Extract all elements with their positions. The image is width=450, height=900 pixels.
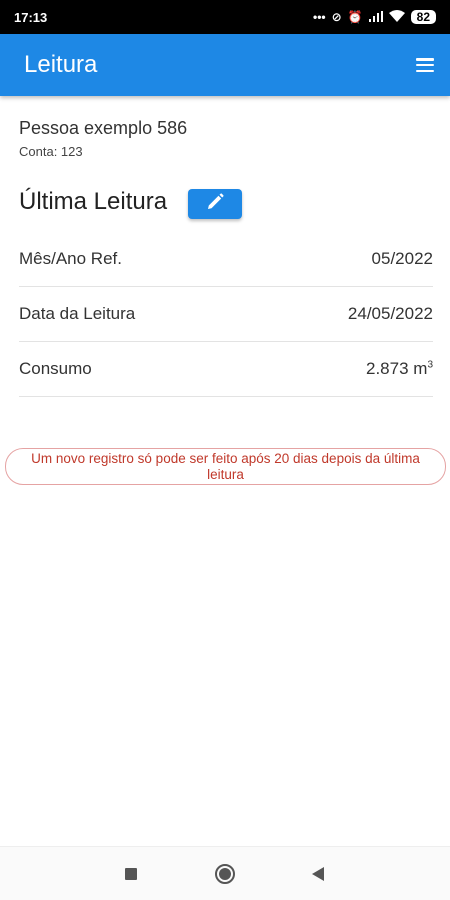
system-nav-bar: [0, 846, 450, 900]
status-bar: 17:13 ••• ⊘ ⏰ 82: [0, 0, 450, 34]
status-time: 17:13: [14, 9, 48, 25]
account-number: Conta: 123: [19, 144, 83, 159]
row-label: Data da Leitura: [19, 304, 136, 323]
detail-row-reading-date: Data da Leitura 24/05/2022: [19, 287, 433, 342]
signal-icon: [368, 10, 383, 24]
alarm-icon: ⏰: [347, 10, 363, 24]
app-bar: Leitura: [0, 34, 450, 96]
sync-off-icon: ⊘: [331, 10, 342, 24]
edit-reading-button[interactable]: [188, 189, 242, 219]
hamburger-menu-icon[interactable]: [416, 58, 434, 72]
more-dots-icon: •••: [313, 10, 326, 24]
row-value: 2.873 m3: [366, 359, 433, 379]
detail-row-consumption: Consumo 2.873 m3: [19, 342, 433, 397]
last-reading-title: Última Leitura: [19, 188, 168, 215]
reading-details: Mês/Ano Ref. 05/2022 Data da Leitura 24/…: [19, 232, 433, 397]
battery-indicator: 82: [410, 10, 436, 24]
row-label: Mês/Ano Ref.: [19, 249, 122, 268]
row-label: Consumo: [19, 359, 92, 378]
person-name: Pessoa exemplo 586: [19, 118, 188, 138]
home-circle-icon[interactable]: [215, 863, 235, 884]
consumption-value: 2.873 m: [366, 359, 428, 378]
row-value: 05/2022: [371, 249, 433, 268]
pencil-icon: [205, 192, 225, 217]
back-triangle-icon[interactable]: [312, 866, 324, 881]
registration-notice: Um novo registro só pode ser feito após …: [5, 448, 446, 485]
status-icons: ••• ⊘ ⏰ 82: [313, 10, 436, 24]
app-title: Leitura: [24, 51, 98, 78]
detail-row-reference: Mês/Ano Ref. 05/2022: [19, 232, 433, 287]
wifi-icon: [388, 10, 405, 24]
row-value: 24/05/2022: [347, 304, 433, 323]
unit-superscript: 3: [427, 359, 433, 371]
recents-square-icon[interactable]: [125, 867, 137, 880]
